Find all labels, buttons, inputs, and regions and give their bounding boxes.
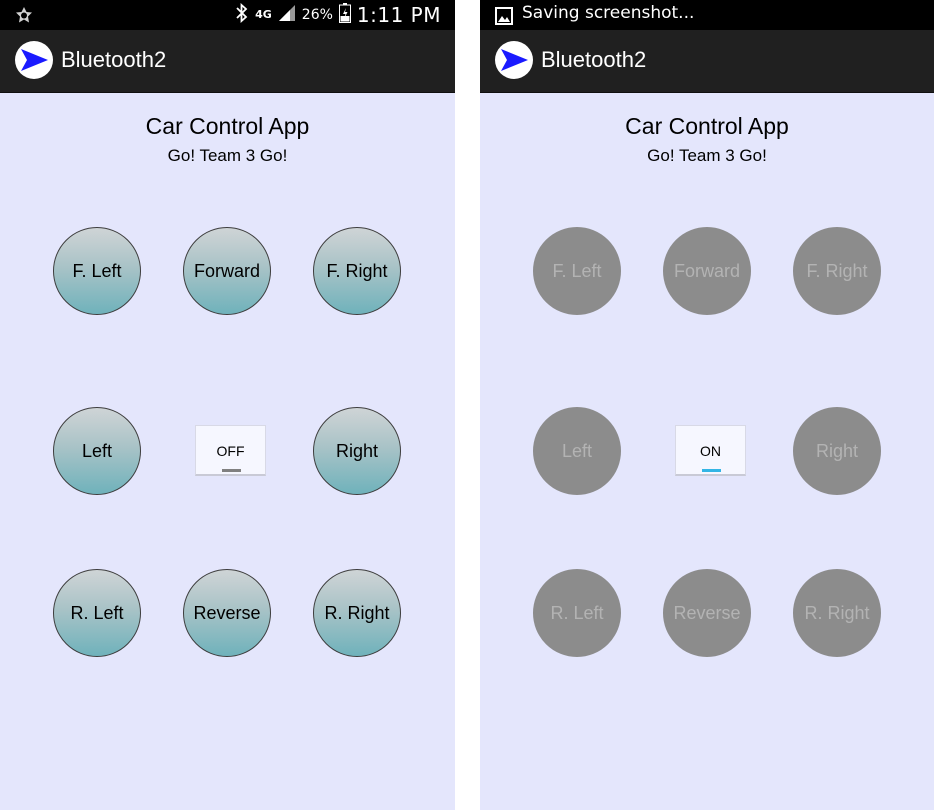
power-toggle[interactable]: OFF bbox=[195, 425, 266, 476]
rear-right-button[interactable]: R. Right bbox=[793, 569, 881, 657]
power-toggle[interactable]: ON bbox=[675, 425, 746, 476]
left-button[interactable]: Left bbox=[533, 407, 621, 495]
page-title: Car Control App bbox=[625, 113, 789, 139]
network-type: 4G bbox=[255, 8, 272, 21]
action-bar: Bluetooth2 bbox=[480, 30, 934, 92]
app-logo-icon[interactable] bbox=[15, 41, 53, 79]
signal-icon bbox=[278, 4, 296, 26]
rear-left-button[interactable]: R. Left bbox=[533, 569, 621, 657]
toggle-off-indicator bbox=[222, 469, 241, 472]
right-button[interactable]: Right bbox=[313, 407, 401, 495]
front-right-button[interactable]: F. Right bbox=[793, 227, 881, 315]
rear-left-button[interactable]: R. Left bbox=[53, 569, 141, 657]
page-subtitle: Go! Team 3 Go! bbox=[647, 146, 767, 165]
status-bar-right: 4G 26% 1:11 PM bbox=[235, 2, 441, 27]
front-left-button[interactable]: F. Left bbox=[533, 227, 621, 315]
app-title: Bluetooth2 bbox=[541, 47, 647, 72]
notification-icon bbox=[14, 6, 34, 26]
left-button[interactable]: Left bbox=[53, 407, 141, 495]
toggle-label: ON bbox=[700, 443, 721, 459]
page-title: Car Control App bbox=[145, 113, 310, 139]
forward-button[interactable]: Forward bbox=[183, 227, 271, 315]
forward-button[interactable]: Forward bbox=[663, 227, 751, 315]
action-bar: Bluetooth2 bbox=[0, 30, 455, 92]
status-bar: 4G 26% 1:11 PM bbox=[0, 0, 455, 30]
front-right-button[interactable]: F. Right bbox=[313, 227, 401, 315]
battery-icon bbox=[338, 3, 351, 27]
reverse-button[interactable]: Reverse bbox=[663, 569, 751, 657]
toggle-label: OFF bbox=[216, 443, 245, 459]
battery-percent: 26% bbox=[301, 7, 333, 23]
front-left-button[interactable]: F. Left bbox=[53, 227, 141, 315]
reverse-button[interactable]: Reverse bbox=[183, 569, 271, 657]
right-button[interactable]: Right bbox=[793, 407, 881, 495]
right-phone-screen: Saving screenshot... Bluetooth2 Car Cont… bbox=[480, 0, 934, 810]
bluetooth-icon bbox=[235, 2, 249, 27]
app-title: Bluetooth2 bbox=[61, 47, 167, 72]
status-time: 1:11 PM bbox=[356, 3, 441, 27]
toggle-on-indicator bbox=[702, 469, 721, 472]
rear-right-button[interactable]: R. Right bbox=[313, 569, 401, 657]
status-bar: Saving screenshot... bbox=[480, 0, 934, 30]
app-logo-icon[interactable] bbox=[495, 41, 533, 79]
page-subtitle: Go! Team 3 Go! bbox=[167, 146, 288, 165]
screenshot-icon bbox=[494, 6, 514, 26]
left-phone-screen: 4G 26% 1:11 PM Bluetooth2 Car Control Ap… bbox=[0, 0, 455, 810]
notification-text: Saving screenshot... bbox=[522, 3, 695, 23]
